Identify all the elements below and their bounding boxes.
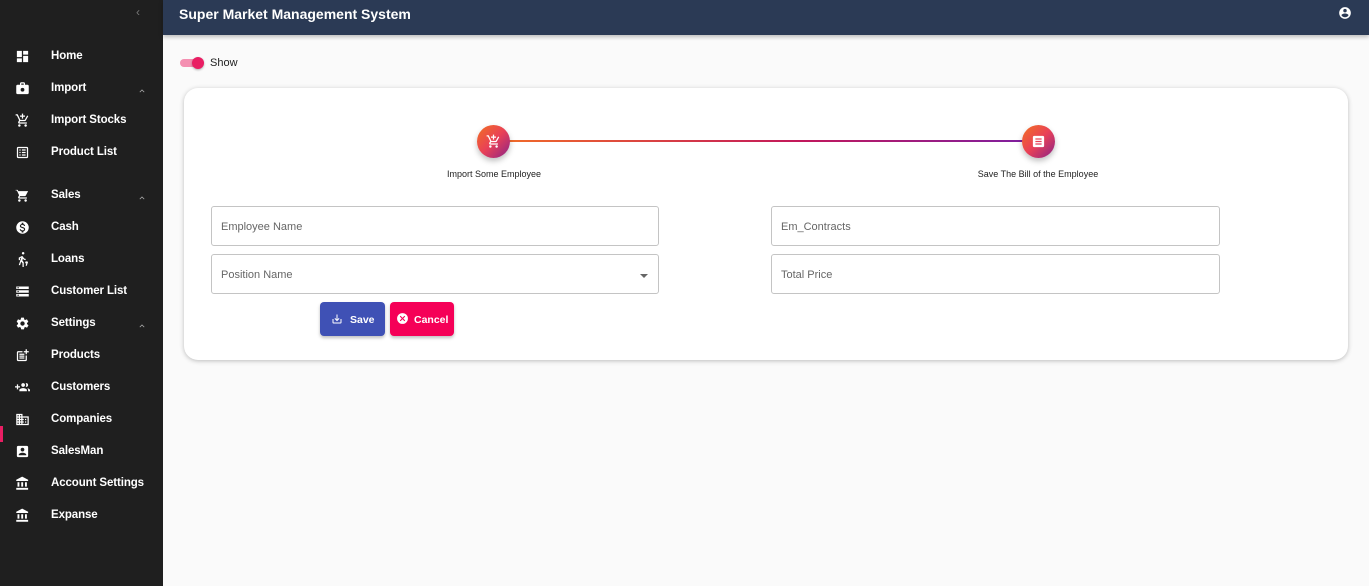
step-1-icon[interactable] — [477, 125, 510, 158]
save-button-label: Save — [350, 314, 375, 326]
cart-icon — [15, 188, 30, 203]
sidebar-item-companies[interactable]: Companies — [0, 408, 163, 432]
chevron-up-icon[interactable] — [137, 190, 147, 200]
collapse-sidebar-icon[interactable]: ‹ — [136, 6, 148, 18]
sidebar-item-import[interactable]: Import — [0, 77, 163, 101]
position-name-placeholder: Position Name — [221, 269, 293, 281]
sidebar: ‹ Home Import Import Stocks Product List… — [0, 0, 163, 586]
bank-icon — [15, 508, 30, 523]
post-add-icon — [15, 348, 30, 363]
sidebar-item-customer-list[interactable]: Customer List — [0, 280, 163, 304]
sidebar-item-label: Customers — [51, 381, 111, 393]
sidebar-item-label: Home — [51, 50, 83, 62]
toggle-thumb — [192, 57, 204, 69]
sidebar-item-import-stocks[interactable]: Import Stocks — [0, 109, 163, 133]
sidebar-item-label: Cash — [51, 221, 79, 233]
sidebar-item-label: Product List — [51, 146, 117, 158]
cart-add-icon — [486, 134, 500, 148]
building-icon — [15, 412, 30, 427]
stepper-connector — [509, 140, 1038, 142]
save-button[interactable]: Save — [320, 302, 385, 336]
step-2-icon[interactable] — [1022, 125, 1055, 158]
cancel-button[interactable]: Cancel — [390, 302, 454, 336]
sidebar-item-products[interactable]: Products — [0, 344, 163, 368]
sidebar-item-salesman[interactable]: SalesMan — [0, 440, 163, 464]
sidebar-item-label: Customer List — [51, 285, 128, 297]
dropdown-arrow-icon — [640, 274, 648, 278]
step-2-label: Save The Bill of the Employee — [977, 169, 1099, 179]
briefcase-icon — [15, 81, 30, 96]
account-circle-icon[interactable] — [1338, 6, 1352, 20]
sidebar-item-loans[interactable]: Loans — [0, 248, 163, 272]
list-icon — [15, 145, 30, 160]
contact-card-icon — [15, 444, 30, 459]
cart-add-icon — [15, 113, 30, 128]
app-bar: Super Market Management System — [163, 0, 1369, 35]
employee-name-field[interactable]: Employee Name — [211, 206, 659, 246]
dollar-circle-icon — [15, 220, 30, 235]
sidebar-item-label: Companies — [51, 413, 113, 425]
total-price-placeholder: Total Price — [781, 269, 833, 281]
em-contracts-field[interactable]: Em_Contracts — [771, 206, 1220, 246]
sidebar-item-label: Settings — [51, 317, 96, 329]
sidebar-item-label: Import — [51, 82, 87, 94]
storage-icon — [15, 284, 30, 299]
chevron-up-icon[interactable] — [137, 83, 147, 93]
cancel-button-label: Cancel — [414, 314, 449, 326]
cancel-circle-icon — [396, 312, 409, 328]
step-1-label: Import Some Employee — [446, 169, 542, 179]
app-title: Super Market Management System — [179, 6, 411, 22]
sidebar-item-label: Sales — [51, 189, 81, 201]
sidebar-item-label: Loans — [51, 253, 85, 265]
employee-name-placeholder: Employee Name — [221, 221, 303, 233]
sidebar-item-customers[interactable]: Customers — [0, 376, 163, 400]
sidebar-item-label: Expanse — [51, 509, 98, 521]
show-toggle-label: Show — [210, 57, 238, 69]
download-icon — [331, 313, 343, 328]
sidebar-item-account-settings[interactable]: Account Settings — [0, 472, 163, 496]
employee-form-card: Import Some Employee Save The Bill of th… — [184, 88, 1348, 360]
sidebar-item-settings[interactable]: Settings — [0, 312, 163, 336]
sidebar-item-sales[interactable]: Sales — [0, 184, 163, 208]
total-price-field[interactable]: Total Price — [771, 254, 1220, 294]
sidebar-item-label: Products — [51, 349, 101, 361]
sidebar-item-product-list[interactable]: Product List — [0, 141, 163, 165]
person-cart-icon — [15, 252, 30, 267]
group-add-icon — [15, 380, 30, 395]
dashboard-icon — [15, 49, 30, 64]
position-name-select[interactable]: Position Name — [211, 254, 659, 294]
sidebar-item-home[interactable]: Home — [0, 45, 163, 69]
receipt-icon — [1032, 135, 1045, 148]
sidebar-item-label: SalesMan — [51, 445, 104, 457]
sidebar-item-expanse[interactable]: Expanse — [0, 504, 163, 528]
gear-icon — [15, 316, 30, 331]
show-toggle[interactable] — [180, 57, 204, 69]
sidebar-item-cash[interactable]: Cash — [0, 216, 163, 240]
em-contracts-placeholder: Em_Contracts — [781, 221, 851, 233]
sidebar-item-label: Account Settings — [51, 477, 144, 489]
chevron-up-icon[interactable] — [137, 318, 147, 328]
sidebar-item-label: Import Stocks — [51, 114, 127, 126]
bank-icon — [15, 476, 30, 491]
